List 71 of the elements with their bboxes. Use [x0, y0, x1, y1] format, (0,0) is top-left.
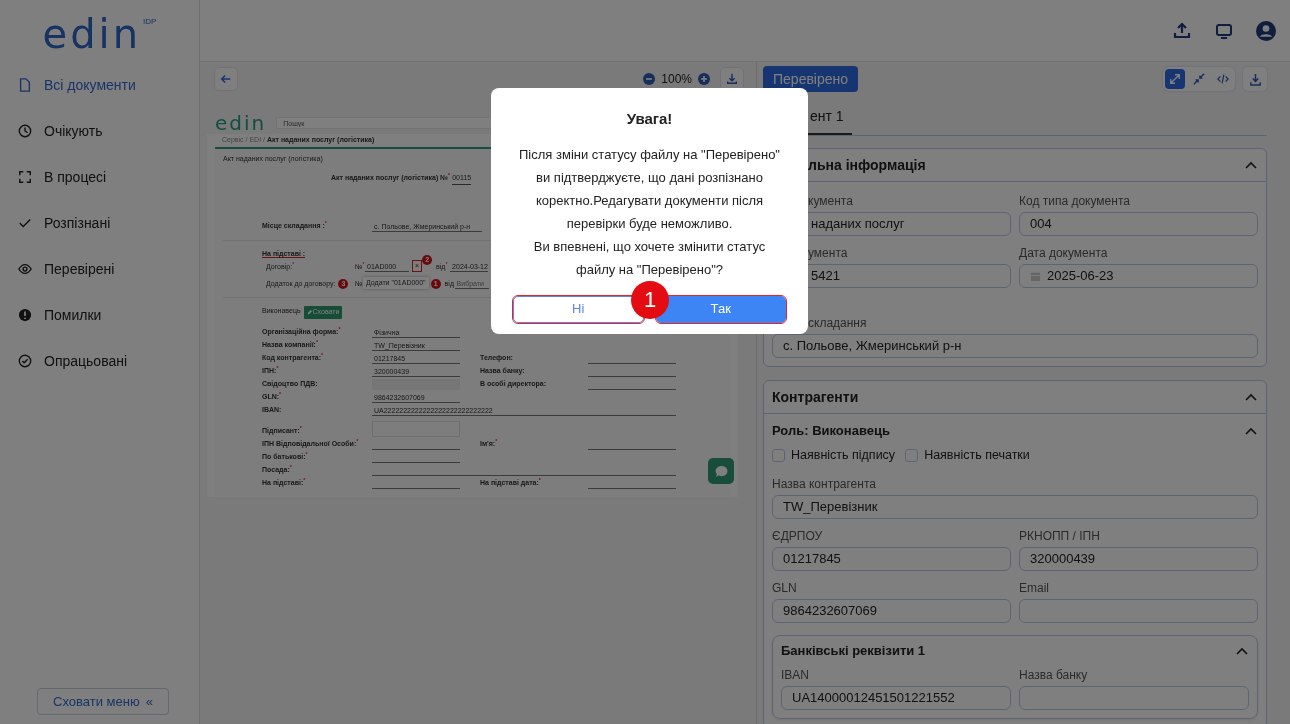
field-label: умента	[808, 245, 848, 262]
check-icon	[18, 216, 32, 230]
pencil-icon	[306, 309, 312, 315]
clock-icon	[18, 124, 32, 138]
eye-icon	[18, 262, 32, 276]
zoom-out-icon[interactable]	[643, 73, 656, 85]
field-label: ЄДРПОУ	[772, 527, 823, 545]
text-field[interactable]: TW_Перевізник	[772, 494, 1258, 519]
sidebar-item[interactable]: Всі документи	[0, 62, 199, 108]
text-field[interactable]: 320000439	[1019, 546, 1258, 571]
text-field[interactable]: 01217845	[772, 546, 1011, 571]
text-field[interactable]	[1019, 598, 1258, 623]
sidebar-item[interactable]: Очікують	[0, 108, 199, 154]
download-button[interactable]	[720, 67, 744, 91]
zoom-level: 100%	[661, 71, 692, 88]
field-label: кумента	[808, 193, 853, 210]
back-button[interactable]	[214, 67, 238, 91]
code-icon	[1217, 73, 1229, 85]
upload-icon[interactable]	[1172, 20, 1192, 41]
section-title: Контрагенти	[772, 387, 859, 407]
view-mode-button[interactable]	[1165, 69, 1185, 89]
arrow-left-icon	[220, 73, 232, 85]
checkbox-label: Наявність печатки	[924, 447, 1030, 464]
field-label: IBAN	[781, 666, 809, 684]
sidebar-item[interactable]: В процесі	[0, 154, 199, 200]
field-label: Назва банку	[1019, 666, 1088, 684]
text-field[interactable]: с. Польове, Жмеринський р-н	[772, 334, 1258, 358]
dialog-title: Увага!	[625, 109, 674, 129]
check-circle-icon	[18, 354, 32, 368]
text-field[interactable]	[1019, 685, 1249, 710]
status-button[interactable]: Перевірено	[763, 66, 859, 92]
dialog-message: Ви впевнені, що хочете змінити статус файлу на "Перевірено"?	[532, 237, 767, 279]
chat-button[interactable]	[708, 458, 734, 484]
chat-bubble-icon	[714, 464, 728, 478]
processing-icon	[18, 170, 32, 184]
field-label: Дата документа	[1019, 245, 1108, 262]
logo-text: edin	[42, 16, 142, 52]
field-label: Код типа документа	[1019, 193, 1130, 210]
date-field[interactable]: 2025-06-23	[1019, 264, 1258, 288]
sidebar-item[interactable]: Перевірені	[0, 246, 199, 292]
text-field[interactable]: 004	[1019, 212, 1258, 236]
sidebar-item[interactable]: Розпізнані	[0, 200, 199, 246]
step-marker: 1	[631, 280, 669, 319]
checkbox[interactable]	[905, 448, 919, 462]
sidebar-item[interactable]: Помилки	[0, 292, 199, 338]
collapse-icon	[1193, 73, 1205, 85]
field-label: складання	[808, 315, 867, 332]
section-title: льна інформація	[808, 155, 926, 175]
file-icon	[18, 78, 32, 92]
expand-icon	[1169, 73, 1181, 85]
download-icon	[1248, 72, 1262, 86]
field-label: GLN	[772, 579, 797, 597]
exclamation-icon	[18, 308, 32, 322]
text-field[interactable]: 9864232607069	[772, 598, 1011, 623]
document-logo: edin	[215, 114, 267, 132]
confirm-button[interactable]: Так	[655, 295, 786, 323]
field-label: РКНОПП / ІПН	[1019, 527, 1100, 545]
group-title: Роль: Виконавець	[772, 422, 890, 441]
field-label: Назва контрагента	[772, 475, 876, 493]
checkbox-label: Наявність підпису	[791, 447, 896, 464]
field-label: Email	[1019, 579, 1049, 597]
download-icon	[726, 73, 738, 85]
logo-superscript: IDP	[143, 16, 157, 28]
user-avatar-icon[interactable]	[1256, 20, 1276, 41]
calendar-icon	[1030, 270, 1041, 282]
subsection-title: Банківські реквізити 1	[781, 642, 926, 660]
sidebar-item[interactable]: Опрацьовані	[0, 338, 199, 384]
text-field[interactable]: UA14000012451501221552	[781, 685, 1011, 710]
collapse-menu-button[interactable]: Сховати меню «	[37, 687, 169, 715]
zoom-in-icon[interactable]	[698, 73, 710, 85]
checkbox[interactable]	[772, 448, 785, 462]
